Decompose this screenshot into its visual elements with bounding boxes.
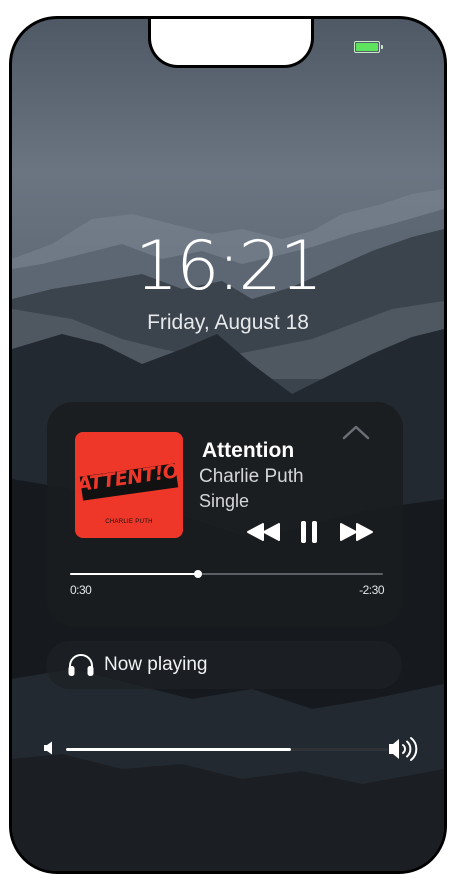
chevron-up-icon[interactable]	[340, 422, 372, 442]
pause-icon[interactable]	[299, 519, 319, 545]
artwork-artist-text: CHARLIE PUTH	[105, 519, 153, 525]
speaker-high-icon	[389, 737, 418, 761]
volume-fill	[66, 748, 292, 751]
now-playing-output-button[interactable]: Now playing	[46, 641, 402, 689]
progress-knob[interactable]	[194, 570, 203, 578]
volume-slider[interactable]	[66, 748, 388, 751]
lockscreen-clock: 16:21	[135, 227, 323, 306]
track-album: Single	[199, 491, 250, 511]
track-artist: Charlie Puth	[199, 466, 304, 487]
now-playing-label: Now playing	[104, 654, 208, 675]
lockscreen-date: Friday, August 18	[147, 311, 309, 334]
media-player-card[interactable]: ATTENT!ON CHARLIE PUTH Attention Charlie…	[47, 402, 403, 626]
elapsed-time: 0:30	[70, 583, 92, 597]
phone-screen: 16:21 Friday, August 18 ATTENT!ON CHARLI…	[9, 16, 447, 874]
album-artwork[interactable]: ATTENT!ON CHARLIE PUTH	[75, 432, 183, 538]
battery-level	[356, 43, 378, 51]
headphones-icon	[68, 654, 94, 676]
track-title: Attention	[202, 439, 295, 462]
progress-scrubber[interactable]	[70, 570, 383, 578]
progress-fill	[70, 573, 199, 575]
rewind-icon[interactable]	[246, 519, 282, 545]
remaining-time: -2:30	[359, 583, 384, 597]
speaker-low-icon	[44, 741, 52, 755]
battery-full-icon	[354, 41, 383, 53]
fast-forward-icon[interactable]	[338, 519, 374, 545]
device-notch	[148, 19, 314, 68]
